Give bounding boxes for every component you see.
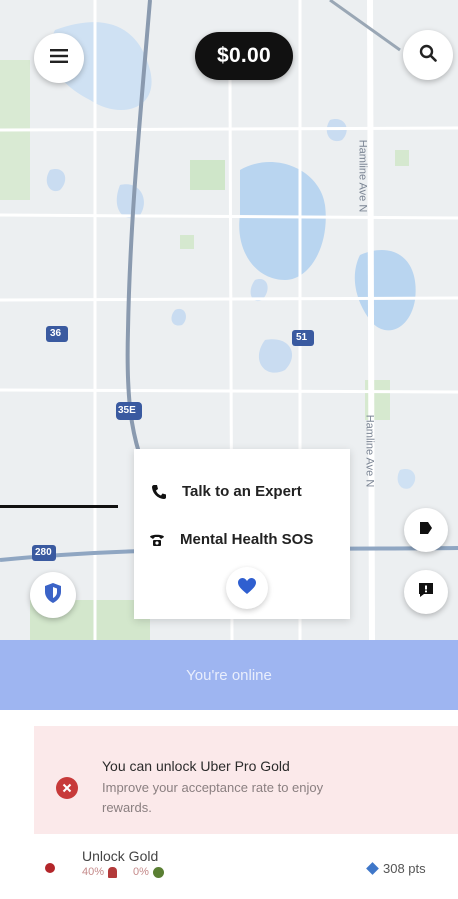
points-badge: 308 pts — [366, 861, 426, 876]
help-popup-menu: Talk to an Expert Mental Health SOS — [134, 449, 350, 619]
safety-toolkit-button[interactable] — [30, 572, 76, 618]
bottom-sheet: You can unlock Uber Pro Gold Improve you… — [0, 710, 458, 899]
hamburger-menu-icon — [50, 48, 68, 68]
menu-button[interactable] — [34, 33, 84, 83]
unlock-gold-title: Unlock Gold — [82, 848, 159, 864]
status-dot — [45, 863, 55, 873]
gold-stats: 40% 0% — [82, 866, 164, 878]
tag-icon — [418, 520, 434, 541]
earnings-button[interactable]: $0.00 — [195, 32, 293, 80]
route-shield-label: 36 — [50, 328, 62, 339]
points-value: 308 pts — [383, 861, 426, 876]
talk-to-expert-option[interactable]: Talk to an Expert — [148, 483, 302, 500]
messages-button[interactable] — [404, 570, 448, 614]
rating-value: 0% — [133, 866, 149, 878]
pro-card-subtitle: Improve your acceptance rate to enjoy re… — [102, 780, 324, 815]
mental-health-sos-option[interactable]: Mental Health SOS — [146, 531, 313, 548]
talk-to-expert-label: Talk to an Expert — [182, 483, 302, 500]
phone-icon — [148, 484, 170, 500]
route-shield-label: 280 — [35, 547, 52, 558]
road-label: Hamline Ave N — [363, 414, 376, 488]
unlock-gold-row[interactable]: Unlock Gold 40% 0% 308 pts — [0, 838, 458, 893]
route-shield-label: 51 — [296, 332, 308, 343]
search-icon — [419, 44, 437, 67]
online-status-label: You're online — [186, 666, 272, 684]
shield-icon — [43, 582, 63, 609]
road-label: Hamline Ave N — [356, 139, 369, 213]
heart-button[interactable] — [226, 567, 268, 609]
acceptance-rate-value: 40% — [82, 866, 105, 878]
telephone-icon — [146, 532, 168, 548]
online-status-bar[interactable]: You're online — [0, 640, 458, 710]
heart-icon — [237, 577, 257, 600]
connector-line — [0, 505, 118, 508]
earnings-amount: $0.00 — [216, 44, 272, 67]
mental-health-sos-label: Mental Health SOS — [180, 531, 314, 548]
check-circle-icon — [152, 866, 164, 878]
error-icon — [56, 777, 78, 799]
offer-button[interactable] — [404, 508, 448, 552]
diamond-icon — [366, 862, 379, 875]
pro-card-title: You can unlock Uber Pro Gold — [102, 758, 290, 774]
search-button[interactable] — [403, 30, 453, 80]
route-shield-label: 35E — [118, 405, 136, 416]
person-icon — [108, 866, 118, 878]
uber-pro-alert-card[interactable]: You can unlock Uber Pro Gold Improve you… — [34, 726, 458, 834]
chat-icon — [417, 581, 435, 604]
